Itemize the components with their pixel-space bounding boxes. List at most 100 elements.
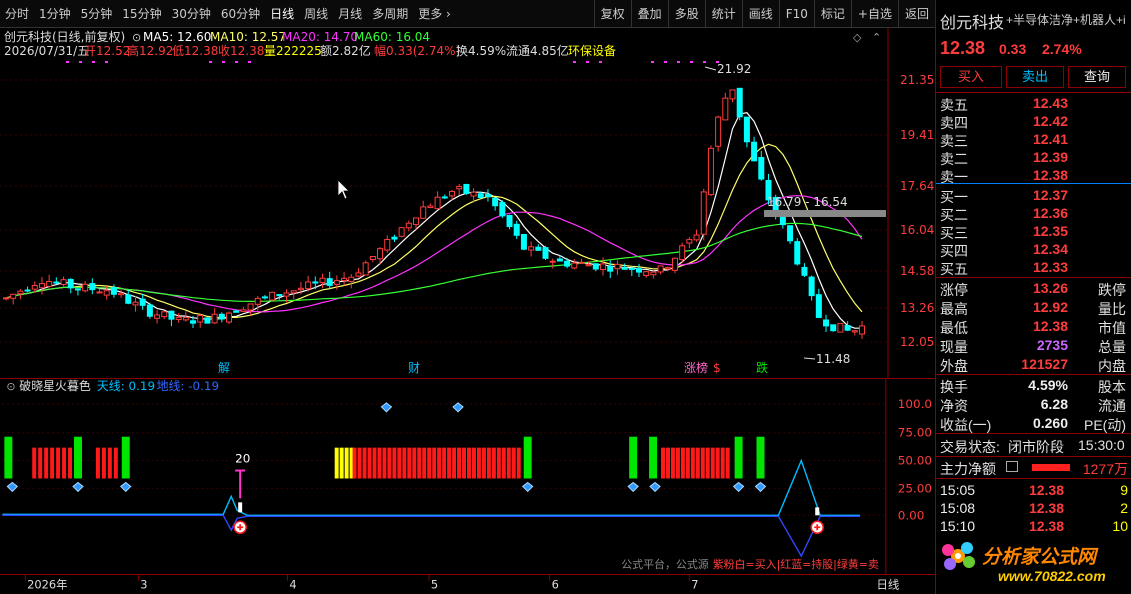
stat-row-label2: 内盘 bbox=[1098, 358, 1126, 374]
ask-row-value: 12.43 bbox=[1032, 95, 1068, 111]
tab-1min[interactable]: 1分钟 bbox=[34, 0, 76, 28]
indicator-peak-label: 20 bbox=[235, 452, 250, 466]
tab-weekly[interactable]: 周线 bbox=[299, 0, 333, 28]
bid-row[interactable]: 买三 12.35 bbox=[936, 222, 1131, 241]
sell-button[interactable]: 卖出 bbox=[1006, 66, 1064, 88]
indicator-line2: 地线: -0.19 bbox=[157, 379, 220, 393]
candle-body bbox=[60, 279, 67, 286]
candle-body bbox=[53, 281, 60, 284]
candle-body bbox=[700, 191, 707, 235]
candle-body bbox=[391, 236, 398, 240]
candle-body bbox=[427, 205, 434, 209]
candle-body bbox=[355, 272, 362, 277]
tab-more[interactable]: 更多 › bbox=[413, 0, 456, 28]
stat-row[interactable]: 最高 12.92 量比 bbox=[936, 298, 1131, 317]
candle-body bbox=[333, 280, 340, 285]
period-indicator: 日线 bbox=[876, 577, 899, 591]
bar-low: 低12.38 bbox=[172, 44, 218, 58]
bid-row[interactable]: 买五 12.33 bbox=[936, 258, 1131, 277]
dropdown-icon[interactable]: ⊙ bbox=[132, 31, 141, 44]
candle-body bbox=[182, 316, 189, 321]
collapse-icon[interactable]: ⌃ bbox=[872, 31, 881, 44]
back-button[interactable]: 返回 bbox=[897, 0, 935, 28]
stat2-row[interactable]: 净资 6.28 流通 bbox=[936, 395, 1131, 414]
event-unlock[interactable]: 解 bbox=[218, 361, 230, 375]
draw-line-button[interactable]: 画线 bbox=[741, 0, 779, 28]
candle-body bbox=[736, 87, 743, 118]
bid-row[interactable]: 买二 12.36 bbox=[936, 204, 1131, 223]
tab-multi-period[interactable]: 多周期 bbox=[367, 0, 413, 28]
tab-monthly[interactable]: 月线 bbox=[333, 0, 367, 28]
candle-body bbox=[758, 156, 765, 180]
multi-stock-button[interactable]: 多股 bbox=[667, 0, 705, 28]
settings-icon[interactable]: ⊙ bbox=[6, 380, 15, 393]
signal-bar bbox=[107, 447, 112, 479]
bid-row[interactable]: 买四 12.34 bbox=[936, 240, 1131, 259]
candle-body bbox=[844, 325, 851, 331]
bid-row[interactable]: 买一 12.37 bbox=[936, 186, 1131, 205]
candlestick-chart[interactable]: 21.35 19.41 17.64 16.04 14.58 13.26 12.05 创元科技… bbox=[0, 28, 935, 378]
stat-row-label: 外盘 bbox=[940, 358, 968, 374]
diamond-icon[interactable]: ◇ bbox=[853, 31, 862, 44]
candle-body bbox=[240, 309, 247, 312]
mark-button[interactable]: 标记 bbox=[813, 0, 851, 28]
candle-body bbox=[31, 284, 38, 290]
stat-row[interactable]: 外盘 121527 内盘 bbox=[936, 355, 1131, 374]
tab-60min[interactable]: 60分钟 bbox=[216, 0, 265, 28]
stock-tags[interactable]: +半导体洁净+机器人+i bbox=[1006, 11, 1130, 28]
add-watchlist-button[interactable]: +自选 bbox=[850, 0, 898, 28]
signal-bar bbox=[629, 436, 638, 479]
event-finance[interactable]: 财 bbox=[408, 361, 420, 375]
stat2-row-label: 收益(一) bbox=[940, 417, 992, 433]
f10-button[interactable]: F10 bbox=[778, 0, 814, 28]
candle-body bbox=[125, 294, 132, 304]
stat-row[interactable]: 最低 12.38 市值 bbox=[936, 317, 1131, 336]
event-dollar[interactable]: $ bbox=[713, 361, 721, 375]
price-range-box[interactable] bbox=[764, 210, 886, 217]
signal-bar bbox=[442, 447, 447, 479]
event-rise-list[interactable]: 涨榜 bbox=[684, 360, 708, 375]
bid-row-value: 12.37 bbox=[1032, 187, 1068, 203]
tab-15min[interactable]: 15分钟 bbox=[117, 0, 166, 28]
buy-button[interactable]: 买入 bbox=[940, 66, 1002, 88]
ask-row[interactable]: 卖五 12.43 bbox=[936, 94, 1131, 113]
candle-body bbox=[3, 297, 9, 300]
indicator-panel[interactable]: ⊙ 破晓星火暮色 天线: 0.19 地线: -0.19 100.0 75.00 50… bbox=[0, 378, 935, 574]
event-fall[interactable]: 跌 bbox=[756, 360, 768, 375]
candle-body bbox=[369, 255, 376, 261]
ask-row[interactable]: 卖四 12.42 bbox=[936, 112, 1131, 131]
signal-bar bbox=[462, 447, 467, 479]
stat-row[interactable]: 涨停 13.26 跌停 bbox=[936, 279, 1131, 298]
site-logo: 分析家公式网 www.70822.com bbox=[936, 534, 1131, 594]
candle-body bbox=[851, 330, 858, 333]
overlay-button[interactable]: 叠加 bbox=[630, 0, 668, 28]
candle-body bbox=[621, 267, 628, 270]
candle-body bbox=[571, 262, 578, 269]
tab-daily[interactable]: 日线 bbox=[265, 0, 299, 28]
stats-button[interactable]: 统计 bbox=[704, 0, 742, 28]
stat-row[interactable]: 现量 2735 总量 bbox=[936, 336, 1131, 355]
ask-row[interactable]: 卖二 12.39 bbox=[936, 148, 1131, 167]
candle-body bbox=[484, 194, 491, 198]
stat2-row[interactable]: 换手 4.59% 股本 bbox=[936, 376, 1131, 395]
stat2-row[interactable]: 收益(一) 0.260 PE(动) bbox=[936, 414, 1131, 433]
tick-volume: 10 bbox=[1112, 518, 1128, 534]
ask-row[interactable]: 卖三 12.41 bbox=[936, 130, 1131, 149]
bar-float-cap: 流通4.85亿 bbox=[506, 43, 569, 58]
chart-title: 创元科技(日线,前复权) bbox=[4, 29, 125, 44]
bar-turnover: 换4.59% bbox=[456, 44, 506, 58]
candle-body bbox=[823, 319, 830, 327]
signal-bar bbox=[710, 447, 715, 479]
candle-body bbox=[110, 287, 117, 295]
signal-bar bbox=[452, 447, 457, 479]
tab-intraday[interactable]: 分时 bbox=[0, 0, 34, 28]
signal-bar bbox=[392, 447, 397, 479]
time-axis-label: 5 bbox=[431, 577, 438, 591]
signal-bar bbox=[377, 447, 382, 479]
adjust-button[interactable]: 复权 bbox=[593, 0, 631, 28]
signal-bar bbox=[56, 447, 61, 479]
query-button[interactable]: 查询 bbox=[1068, 66, 1126, 88]
tab-5min[interactable]: 5分钟 bbox=[76, 0, 118, 28]
list-icon[interactable] bbox=[1006, 461, 1018, 472]
tab-30min[interactable]: 30分钟 bbox=[167, 0, 216, 28]
